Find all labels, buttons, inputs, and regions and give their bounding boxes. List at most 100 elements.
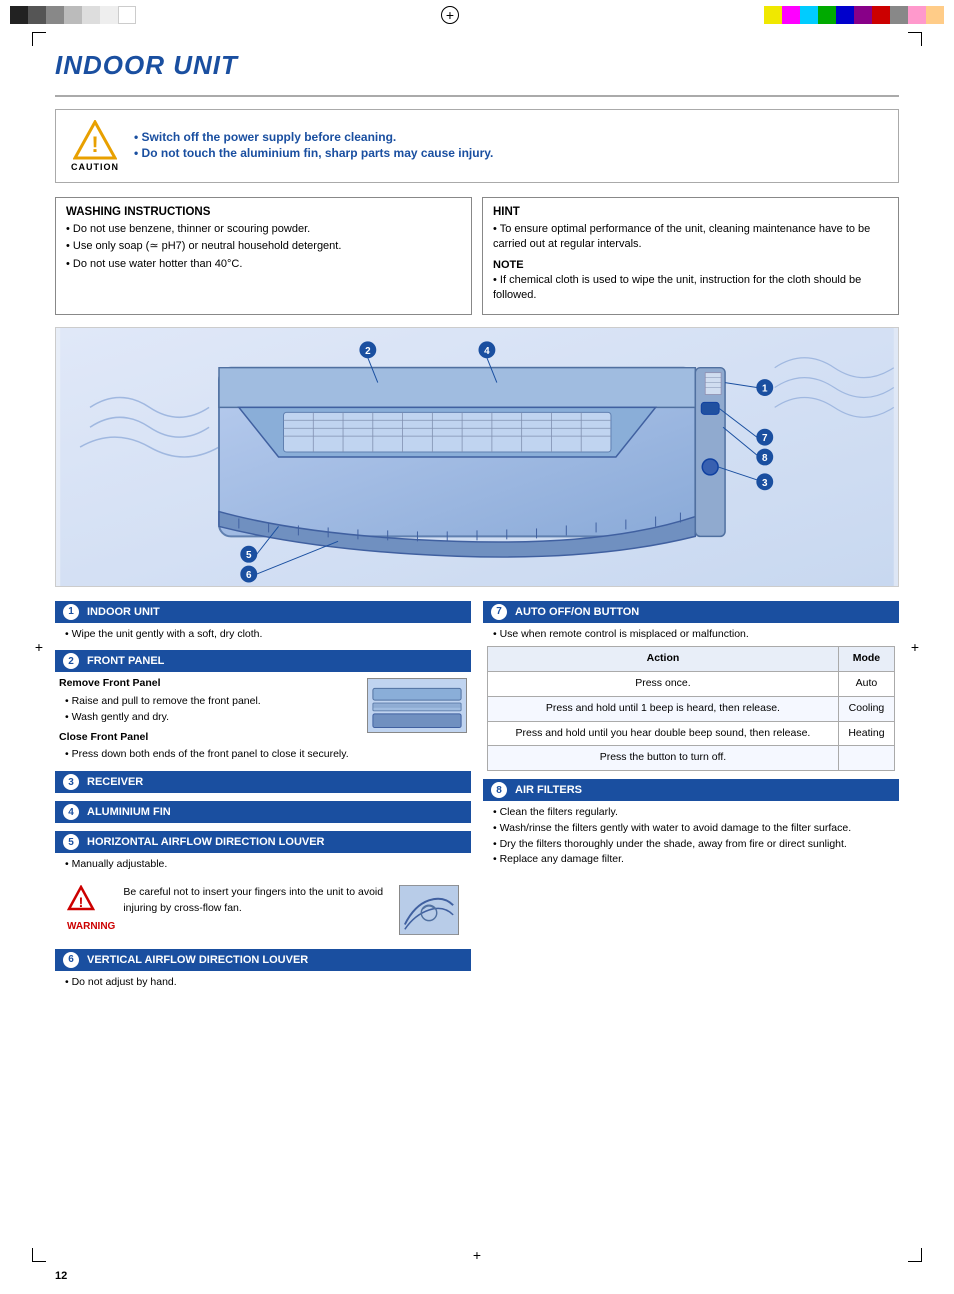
hint-list: To ensure optimal performance of the uni… — [493, 222, 888, 253]
caution-line-1: • Switch off the power supply before cle… — [134, 130, 493, 144]
table-cell: Press and hold until 1 beep is heard, th… — [488, 696, 839, 721]
component-1-text: Wipe the unit gently with a soft, dry cl… — [65, 627, 467, 643]
component-1-body: Wipe the unit gently with a soft, dry cl… — [55, 627, 471, 643]
svg-text:!: ! — [79, 894, 84, 910]
component-2: 2 FRONT PANEL — [55, 650, 471, 763]
air-filter-item-2: Wash/rinse the filters gently with water… — [493, 821, 895, 837]
bottom-section: 1 INDOOR UNIT Wipe the unit gently with … — [55, 601, 899, 999]
front-panel-image — [367, 678, 467, 733]
air-filter-item-1: Clean the filters regularly. — [493, 805, 895, 821]
svg-text:!: ! — [91, 132, 98, 157]
table-header-action: Action — [488, 647, 839, 672]
caution-icon: ! CAUTION — [70, 120, 120, 172]
page-title: INDOOR UNIT — [55, 50, 899, 81]
left-column: 1 INDOOR UNIT Wipe the unit gently with … — [55, 601, 471, 999]
note-text: If chemical cloth is used to wipe the un… — [493, 273, 888, 304]
corner-mark-bl — [32, 1248, 46, 1262]
table-cell: Press and hold until you hear double bee… — [488, 721, 839, 746]
note-list: If chemical cloth is used to wipe the un… — [493, 273, 888, 304]
washing-item-3: Do not use water hotter than 40°C. — [66, 257, 461, 272]
component-6-body: Do not adjust by hand. — [55, 975, 471, 991]
air-filter-item-4: Replace any damage filter. — [493, 852, 895, 868]
component-4: 4 ALUMINIUM FIN — [55, 801, 471, 823]
warning-box: ! WARNING — [59, 879, 467, 941]
table-row: Press and hold until you hear double bee… — [488, 721, 895, 746]
table-row: Press and hold until 1 beep is heard, th… — [488, 696, 895, 721]
component-4-title: ALUMINIUM FIN — [87, 806, 171, 818]
right-column: 7 AUTO OFF/ON BUTTON Use when remote con… — [483, 601, 899, 999]
component-8: 8 AIR FILTERS Clean the filters regularl… — [483, 779, 899, 868]
svg-text:7: 7 — [762, 433, 768, 444]
washing-list: Do not use benzene, thinner or scouring … — [66, 222, 461, 272]
component-7-header: 7 AUTO OFF/ON BUTTON — [483, 601, 899, 623]
side-mark-left — [32, 640, 46, 654]
corner-mark-tr — [908, 32, 922, 46]
caution-label: CAUTION — [71, 162, 119, 172]
component-4-number: 4 — [63, 804, 79, 820]
component-7-intro: Use when remote control is misplaced or … — [493, 627, 895, 643]
table-cell: Heating — [838, 721, 894, 746]
warning-label: WARNING — [67, 919, 115, 934]
component-3: 3 RECEIVER — [55, 771, 471, 793]
note-title: NOTE — [493, 259, 888, 271]
svg-text:2: 2 — [365, 345, 371, 356]
table-cell — [838, 746, 894, 771]
component-7-number: 7 — [491, 604, 507, 620]
close-panel-text: Press down both ends of the front panel … — [65, 747, 467, 763]
washing-item-2: Use only soap (≃ pH7) or neutral househo… — [66, 239, 461, 254]
component-8-number: 8 — [491, 782, 507, 798]
component-3-number: 3 — [63, 774, 79, 790]
svg-text:8: 8 — [762, 453, 768, 464]
table-row: Press once. Auto — [488, 672, 895, 697]
table-header-mode: Mode — [838, 647, 894, 672]
component-3-title: RECEIVER — [87, 776, 143, 788]
component-8-body: Clean the filters regularly. Wash/rinse … — [483, 805, 899, 868]
component-8-header: 8 AIR FILTERS — [483, 779, 899, 801]
washing-instructions-box: WASHING INSTRUCTIONS Do not use benzene,… — [55, 197, 472, 315]
svg-text:3: 3 — [762, 477, 768, 488]
auto-button-table: Action Mode Press once. Auto P — [487, 646, 895, 771]
component-8-title: AIR FILTERS — [515, 784, 582, 796]
component-6-number: 6 — [63, 952, 79, 968]
component-7-body: Use when remote control is misplaced or … — [483, 627, 899, 772]
component-6-title: VERTICAL AIRFLOW DIRECTION LOUVER — [87, 954, 308, 966]
component-1-header: 1 INDOOR UNIT — [55, 601, 471, 623]
table-cell: Press once. — [488, 672, 839, 697]
component-5: 5 HORIZONTAL AIRFLOW DIRECTION LOUVER Ma… — [55, 831, 471, 941]
component-5-header: 5 HORIZONTAL AIRFLOW DIRECTION LOUVER — [55, 831, 471, 853]
svg-text:6: 6 — [246, 570, 252, 581]
component-2-title: FRONT PANEL — [87, 655, 164, 667]
component-6: 6 VERTICAL AIRFLOW DIRECTION LOUVER Do n… — [55, 949, 471, 991]
svg-text:1: 1 — [762, 383, 768, 394]
table-cell: Auto — [838, 672, 894, 697]
component-3-header: 3 RECEIVER — [55, 771, 471, 793]
component-4-header: 4 ALUMINIUM FIN — [55, 801, 471, 823]
side-mark-right — [908, 640, 922, 654]
caution-line-2: • Do not touch the aluminium fin, sharp … — [134, 146, 493, 160]
component-1: 1 INDOOR UNIT Wipe the unit gently with … — [55, 601, 471, 643]
unit-diagram: 1 2 4 7 8 3 — [55, 327, 899, 587]
warning-icon: ! WARNING — [67, 885, 115, 934]
caution-box: ! CAUTION • Switch off the power supply … — [55, 109, 899, 183]
hint-box: HINT To ensure optimal performance of th… — [482, 197, 899, 315]
corner-mark-br — [908, 1248, 922, 1262]
info-row: WASHING INSTRUCTIONS Do not use benzene,… — [55, 197, 899, 315]
page-number: 12 — [55, 1270, 67, 1282]
caution-text: • Switch off the power supply before cle… — [134, 130, 493, 162]
louver-image — [399, 885, 459, 935]
warning-text: Be careful not to insert your fingers in… — [123, 885, 459, 935]
component-5-title: HORIZONTAL AIRFLOW DIRECTION LOUVER — [87, 836, 325, 848]
hint-text: To ensure optimal performance of the uni… — [493, 222, 888, 253]
component-2-header: 2 FRONT PANEL — [55, 650, 471, 672]
component-1-title: INDOOR UNIT — [87, 606, 160, 618]
component-6-header: 6 VERTICAL AIRFLOW DIRECTION LOUVER — [55, 949, 471, 971]
svg-text:5: 5 — [246, 550, 252, 561]
svg-text:4: 4 — [484, 345, 490, 356]
component-6-text: Do not adjust by hand. — [65, 975, 467, 991]
washing-title: WASHING INSTRUCTIONS — [66, 206, 461, 218]
component-5-number: 5 — [63, 834, 79, 850]
table-cell: Press the button to turn off. — [488, 746, 839, 771]
washing-item-1: Do not use benzene, thinner or scouring … — [66, 222, 461, 237]
table-row: Press the button to turn off. — [488, 746, 895, 771]
hint-title: HINT — [493, 206, 888, 218]
